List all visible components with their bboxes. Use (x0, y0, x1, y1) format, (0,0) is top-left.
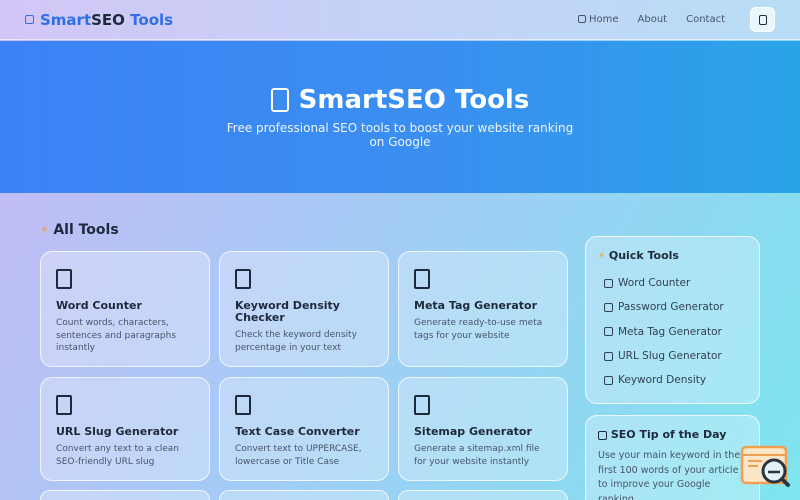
tool-card-desc: Check the keyword density percentage in … (235, 330, 357, 353)
quick-link-password-generator[interactable]: Password Generator (604, 295, 747, 319)
brand-part-tools: Tools (130, 10, 174, 29)
nav-link-home-label: Home (588, 14, 619, 25)
all-tools-heading: ⚡ All Tools (40, 222, 119, 238)
tool-card-title: Keyword Density Checker (235, 299, 340, 325)
hero-banner: SmartSEO Tools Free professional SEO too… (0, 41, 800, 193)
seo-tip-text: Use your main keyword in the first 100 w… (598, 450, 741, 500)
link-icon (604, 351, 613, 361)
notepad-icon (56, 268, 72, 289)
tool-card-title: Meta Tag Generator (414, 299, 537, 312)
quick-link-meta-tag[interactable]: Meta Tag Generator (604, 320, 747, 344)
tool-card-desc: Generate a sitemap.xml file for your web… (414, 444, 540, 467)
tool-card-desc: Generate ready-to-use meta tags for your… (414, 318, 543, 341)
notepad-icon (604, 278, 613, 288)
rocket-icon (25, 15, 34, 24)
quick-tools-title: ⚡ Quick Tools (598, 249, 747, 262)
quick-link-label: Keyword Density (618, 374, 707, 387)
tag-icon (604, 327, 613, 337)
tool-card-partial[interactable] (398, 490, 568, 500)
quick-tools-panel: ⚡ Quick Tools Word Counter Password Gene… (585, 236, 760, 404)
key-icon (604, 302, 613, 312)
nav-link-about[interactable]: About (638, 14, 668, 25)
tool-card-meta-tag[interactable]: Meta Tag Generator Generate ready-to-use… (398, 251, 568, 367)
map-icon (414, 394, 430, 415)
hero-subtitle: Free professional SEO tools to boost you… (226, 120, 574, 149)
tool-card-desc: Count words, characters, sentences and p… (56, 318, 177, 354)
tool-card-title: Sitemap Generator (414, 425, 532, 438)
seo-tip-title: SEO Tip of the Day (598, 428, 747, 441)
magnifier-icon (235, 268, 251, 289)
tool-card-word-counter[interactable]: Word Counter Count words, characters, se… (40, 251, 210, 367)
quick-link-keyword-density[interactable]: Keyword Density (604, 368, 747, 392)
rocket-icon (270, 87, 289, 112)
quick-tools-title-text: Quick Tools (608, 249, 679, 262)
quick-link-label: URL Slug Generator (618, 350, 722, 363)
brand-part-seo: SEO (91, 10, 125, 29)
seo-analytics-icon (740, 445, 790, 487)
seo-tip-panel: SEO Tip of the Day Use your main keyword… (585, 415, 760, 500)
tool-card-url-slug[interactable]: URL Slug Generator Convert any text to a… (40, 377, 210, 481)
quick-link-label: Word Counter (618, 277, 691, 290)
quick-link-label: Password Generator (618, 301, 724, 314)
tool-card-desc: Convert any text to a clean SEO-friendly… (56, 444, 179, 467)
tool-card-partial[interactable] (219, 490, 389, 500)
lightning-icon: ⚡ (40, 223, 49, 237)
magnifier-icon (604, 375, 613, 385)
seo-tip-title-text: SEO Tip of the Day (610, 428, 727, 441)
tool-card-sitemap[interactable]: Sitemap Generator Generate a sitemap.xml… (398, 377, 568, 481)
brand-logo[interactable]: SmartSEO Tools (25, 11, 173, 29)
quick-link-url-slug[interactable]: URL Slug Generator (604, 344, 747, 368)
tool-card-title: Word Counter (56, 299, 142, 312)
quick-link-word-counter[interactable]: Word Counter (604, 271, 747, 295)
hero-title: SmartSEO Tools (270, 84, 530, 115)
hero-title-text: SmartSEO Tools (298, 84, 530, 115)
floating-seo-badge[interactable] (740, 445, 792, 489)
lightbulb-icon (598, 430, 607, 440)
quick-link-label: Meta Tag Generator (618, 325, 722, 338)
tool-card-keyword-density[interactable]: Keyword Density Checker Check the keywor… (219, 251, 389, 367)
letters-icon (235, 394, 251, 415)
tool-card-desc: Convert text to UPPERCASE, lowercase or … (235, 444, 362, 467)
main-nav: Home About Contact (577, 7, 775, 32)
tool-card-title: Text Case Converter (235, 425, 360, 438)
all-tools-heading-text: All Tools (53, 222, 119, 238)
nav-link-home[interactable]: Home (577, 14, 619, 25)
home-icon (577, 15, 586, 23)
theme-toggle-button[interactable] (750, 7, 775, 32)
tool-card-title: URL Slug Generator (56, 425, 179, 438)
lightning-icon: ⚡ (598, 251, 606, 262)
nav-link-contact[interactable]: Contact (686, 14, 725, 25)
tool-card-partial[interactable] (40, 490, 210, 500)
tool-card-text-case[interactable]: Text Case Converter Convert text to UPPE… (219, 377, 389, 481)
moon-icon (758, 14, 767, 25)
brand-part-smart: Smart (40, 10, 92, 29)
top-navbar: SmartSEO Tools Home About Contact (0, 0, 800, 40)
link-icon (56, 394, 72, 415)
tag-icon (414, 268, 430, 289)
